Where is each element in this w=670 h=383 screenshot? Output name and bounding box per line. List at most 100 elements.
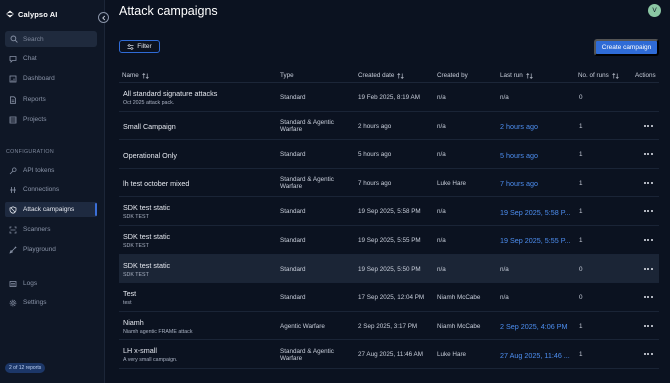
nav-connections[interactable]: Connections xyxy=(5,182,97,197)
campaign-type: Standard xyxy=(280,265,306,273)
column-header-name[interactable]: Name xyxy=(122,72,149,79)
column-runs-label: No. of runs xyxy=(578,72,609,79)
nav-chat-label: Chat xyxy=(23,55,37,62)
campaign-description: SDK TEST xyxy=(123,214,149,221)
table-row[interactable]: Test test Standard 17 Sep 2025, 12:04 PM Nia… xyxy=(119,283,659,312)
nav-api-tokens[interactable]: API tokens xyxy=(5,163,97,178)
table-row[interactable]: lh test october mixed Standard & Agentic … xyxy=(119,169,659,198)
menu-dot xyxy=(650,353,653,356)
nav-dashboard[interactable]: Dashboard xyxy=(5,71,97,86)
table-row[interactable]: LH x-small A very small campaign. Standard… xyxy=(119,340,659,369)
search-icon xyxy=(10,35,18,43)
row-actions-menu-icon[interactable] xyxy=(642,151,654,157)
table-row[interactable]: SDK test static SDK TEST Standard 19 Sep 20… xyxy=(119,254,659,284)
column-header-actions: Actions xyxy=(635,72,656,79)
last-run[interactable]: 27 Aug 2025, 11:46 ... xyxy=(500,351,570,360)
column-header-type: Type xyxy=(280,72,294,79)
run-count: 1 xyxy=(579,151,583,159)
reports-count-badge[interactable]: 2 of 12 reports xyxy=(5,363,46,373)
created-date: 7 hours ago xyxy=(358,179,392,187)
table-row[interactable]: Niamh Niamh agentic FRAME attack Agentic W… xyxy=(119,312,659,341)
campaign-name: SDK test static xyxy=(123,203,171,213)
last-run[interactable]: 19 Sep 2025, 5:55 P... xyxy=(500,236,571,245)
row-actions-menu-icon[interactable] xyxy=(642,123,654,129)
nav-attack-campaigns[interactable]: Attack campaigns xyxy=(5,202,97,217)
last-run[interactable]: 2 hours ago xyxy=(500,122,538,131)
created-by: n/a xyxy=(437,94,446,101)
nav-projects-label: Projects xyxy=(23,116,47,123)
column-created-date-label: Created date xyxy=(358,72,395,79)
menu-dot xyxy=(643,181,646,184)
run-count: 0 xyxy=(579,94,583,101)
campaign-description: Niamh agentic FRAME attack xyxy=(123,328,193,335)
nav-scanners[interactable]: Scanners xyxy=(5,222,97,237)
last-run: n/a xyxy=(500,265,509,273)
nav-settings-label: Settings xyxy=(23,299,47,306)
campaign-type: Standard xyxy=(280,208,306,216)
table-row[interactable]: Small Campaign Standard & Agentic Warfare… xyxy=(119,112,659,141)
menu-dot xyxy=(643,324,646,327)
nav-chat[interactable]: Chat xyxy=(5,51,97,66)
app-name: Calypso AI xyxy=(18,9,58,19)
row-actions-menu-icon[interactable] xyxy=(642,266,654,272)
menu-dot xyxy=(647,210,649,213)
filter-button[interactable]: Filter xyxy=(119,40,160,53)
create-campaign-button[interactable]: Create campaign xyxy=(594,39,659,56)
nav-logs[interactable]: Logs xyxy=(5,276,97,291)
row-actions-menu-icon[interactable] xyxy=(642,351,654,357)
run-count: 1 xyxy=(579,179,583,187)
column-header-created-date[interactable]: Created date xyxy=(358,72,405,79)
row-actions-menu-icon[interactable] xyxy=(642,208,654,214)
campaign-name: Small Campaign xyxy=(123,122,176,132)
table-row[interactable]: SDK test static SDK TEST Standard 19 Sep 20… xyxy=(119,226,659,255)
row-actions-menu-icon[interactable] xyxy=(642,323,654,329)
last-run[interactable]: 19 Sep 2025, 5:58 P... xyxy=(500,208,571,217)
campaign-type: Standard xyxy=(280,151,306,159)
last-run[interactable]: 5 hours ago xyxy=(500,151,538,160)
nav-settings[interactable]: Settings xyxy=(5,295,97,310)
last-run[interactable]: 7 hours ago xyxy=(500,179,538,188)
reports-icon xyxy=(10,95,16,104)
menu-dot xyxy=(647,238,649,241)
campaign-type: Standard xyxy=(280,94,306,101)
menu-dot xyxy=(650,267,653,270)
campaign-description: test xyxy=(123,300,132,307)
created-by: Luke Hare xyxy=(437,179,467,187)
column-header-runs[interactable]: No. of runs xyxy=(578,72,619,79)
created-by: n/a xyxy=(437,122,446,130)
filter-label: Filter xyxy=(137,43,152,50)
menu-dot xyxy=(650,210,653,213)
nav-projects[interactable]: Projects xyxy=(5,112,97,127)
last-run[interactable]: 2 Sep 2025, 4:06 PM xyxy=(500,322,568,331)
row-actions-menu-icon[interactable] xyxy=(642,180,654,186)
nav-reports[interactable]: Reports xyxy=(5,92,97,107)
created-date: 5 hours ago xyxy=(358,151,392,159)
created-date: 2 hours ago xyxy=(358,122,392,130)
nav-reports-label: Reports xyxy=(23,96,46,103)
logo[interactable]: Calypso AI xyxy=(5,9,57,19)
menu-dot xyxy=(647,267,649,270)
campaign-type: Standard & Agentic Warfare xyxy=(280,347,334,363)
user-avatar[interactable]: V xyxy=(648,4,661,17)
sidebar: Calypso AI Chat Dashboard Reports Projec… xyxy=(0,0,105,383)
created-by: n/a xyxy=(437,151,446,159)
row-actions-menu-icon[interactable] xyxy=(642,237,654,243)
search-input[interactable] xyxy=(23,35,93,43)
collapse-sidebar-button[interactable] xyxy=(98,12,109,23)
table-row[interactable]: Operational Only Standard 5 hours ago n/a 5 … xyxy=(119,140,659,169)
campaign-description: SDK TEST xyxy=(123,271,149,278)
column-header-last-run[interactable]: Last run xyxy=(500,72,533,79)
last-run: n/a xyxy=(500,94,509,101)
menu-dot xyxy=(650,238,653,241)
column-last-run-label: Last run xyxy=(500,72,523,79)
table-row[interactable]: All standard signature attacks Oct 2025 a… xyxy=(119,83,659,112)
table-header: Name Type Created date Created by Last r… xyxy=(119,67,659,83)
row-actions-menu-icon[interactable] xyxy=(642,294,654,300)
sidebar-search[interactable] xyxy=(5,31,97,47)
nav-playground[interactable]: Playground xyxy=(5,242,97,257)
run-count: 1 xyxy=(579,208,583,216)
connections-icon xyxy=(10,186,16,193)
calypso-logo-icon xyxy=(6,10,14,18)
run-count: 0 xyxy=(579,265,583,273)
table-row[interactable]: SDK test static SDK TEST Standard 19 Sep 20… xyxy=(119,197,659,226)
